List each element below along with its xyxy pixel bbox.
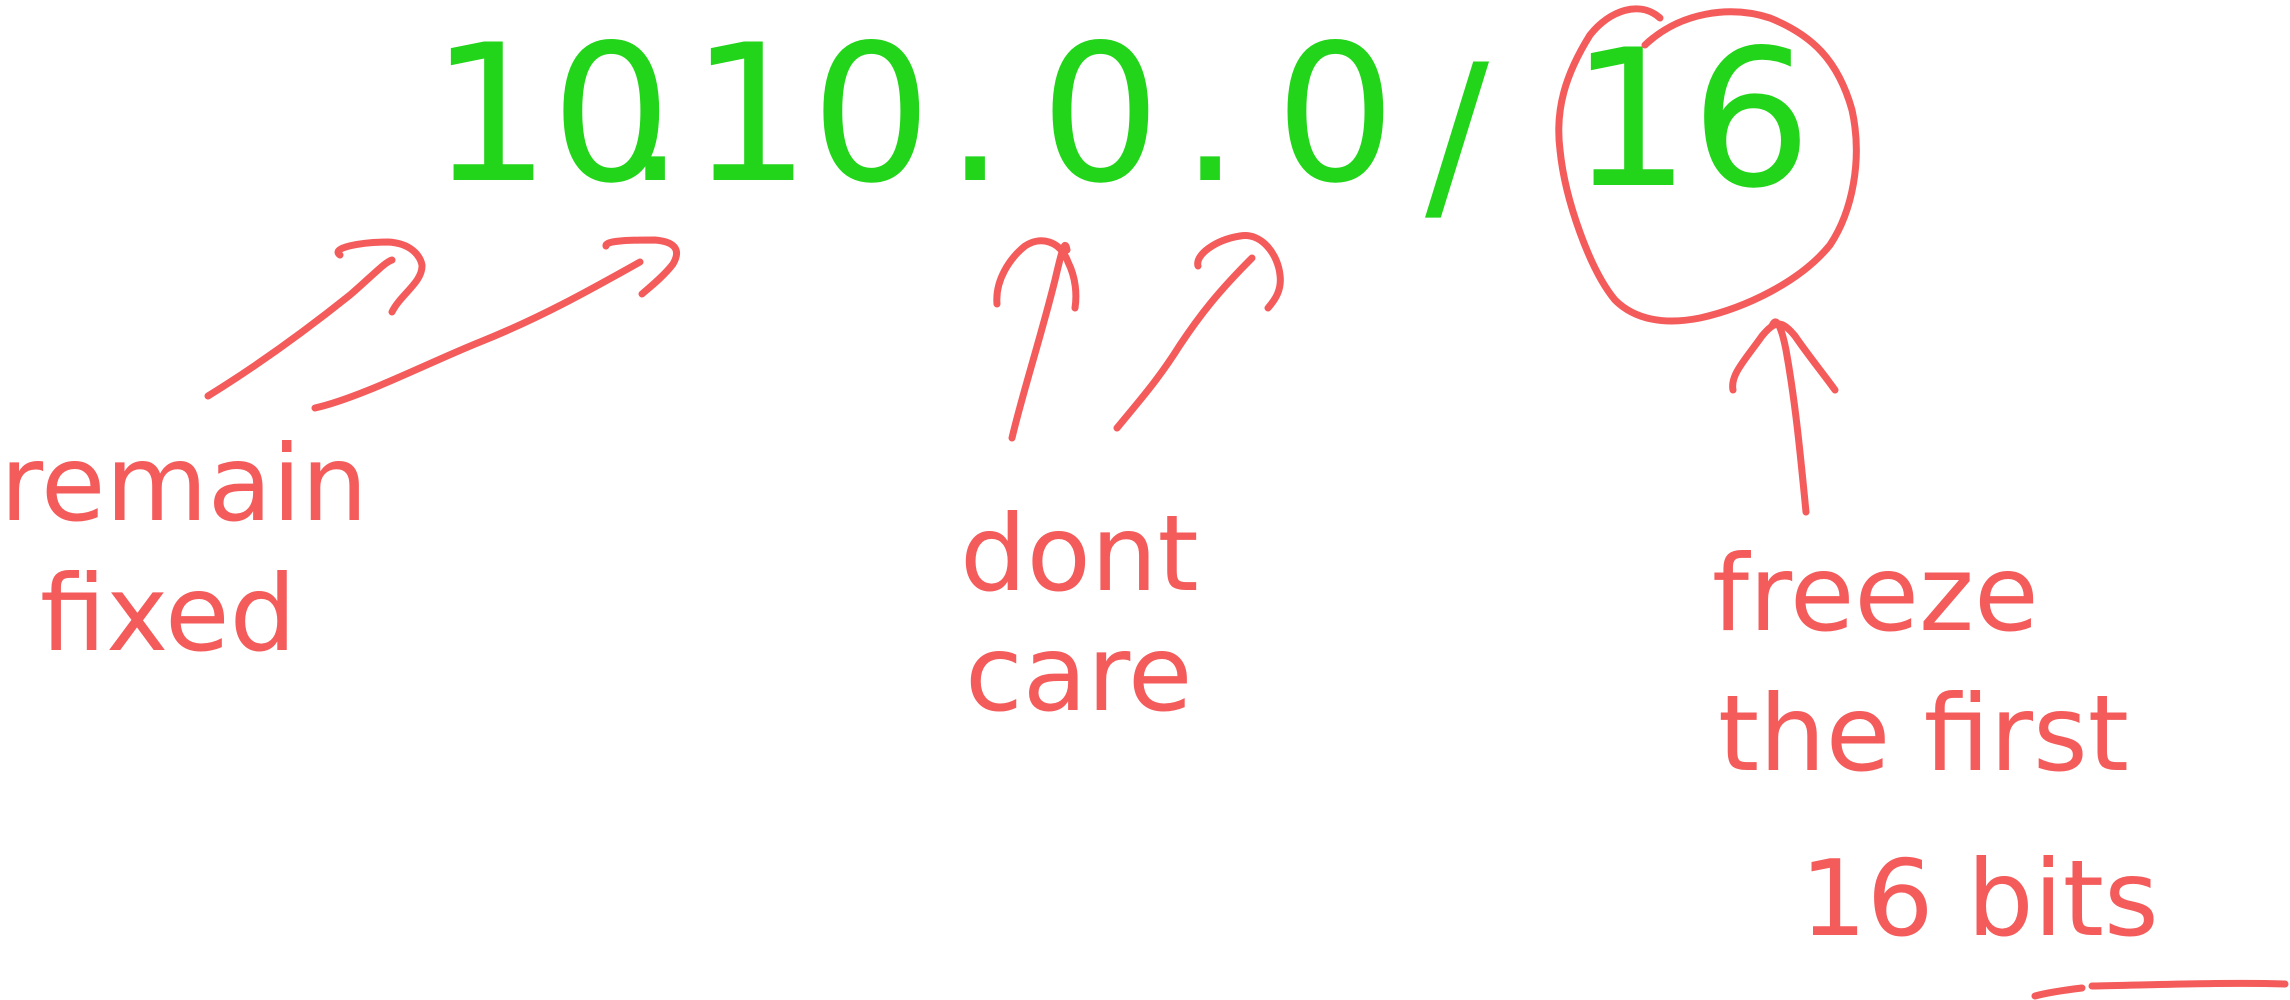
cidr-diagram: 10 . 10 . 0 . 0 / 16 remain fixed dont c… <box>0 0 2290 1000</box>
ip-octet-4: 0 <box>1275 4 1396 225</box>
ip-address: 10 . 10 . 0 . 0 / 16 <box>430 4 1812 245</box>
arrow-fixed-2-head <box>602 236 680 298</box>
ip-octet-3: 0 <box>1040 4 1161 225</box>
ip-slash: / <box>1425 24 1490 245</box>
annotation-care: care <box>965 613 1193 735</box>
bits-underline <box>2031 984 2086 1000</box>
ip-dot-2: . <box>945 4 1005 225</box>
annotation-the-first: the first <box>1718 673 2129 795</box>
arrow-fixed-1-head <box>334 238 426 316</box>
annotation-remain: remain <box>0 423 368 545</box>
ip-dot-1: . <box>625 4 685 225</box>
arrow-dontcare-1 <box>1008 241 1071 442</box>
bits-underline-2 <box>2088 979 2289 990</box>
arrow-freeze <box>1768 318 1810 516</box>
ip-octet-2: 10 <box>690 4 932 225</box>
arrow-fixed-1 <box>204 256 396 400</box>
annotation-text: remain fixed dont care freeze the first … <box>0 423 2159 960</box>
annotation-freeze: freeze <box>1712 533 2039 655</box>
annotation-dont: dont <box>960 493 1199 615</box>
arrow-dontcare-2 <box>1113 254 1256 432</box>
ip-prefix: 16 <box>1570 9 1812 230</box>
arrow-dontcare-1-head <box>993 237 1080 312</box>
ip-dot-3: . <box>1180 4 1240 225</box>
annotation-16-bits: 16 bits <box>1800 838 2159 960</box>
annotation-fixed: fixed <box>40 553 296 675</box>
